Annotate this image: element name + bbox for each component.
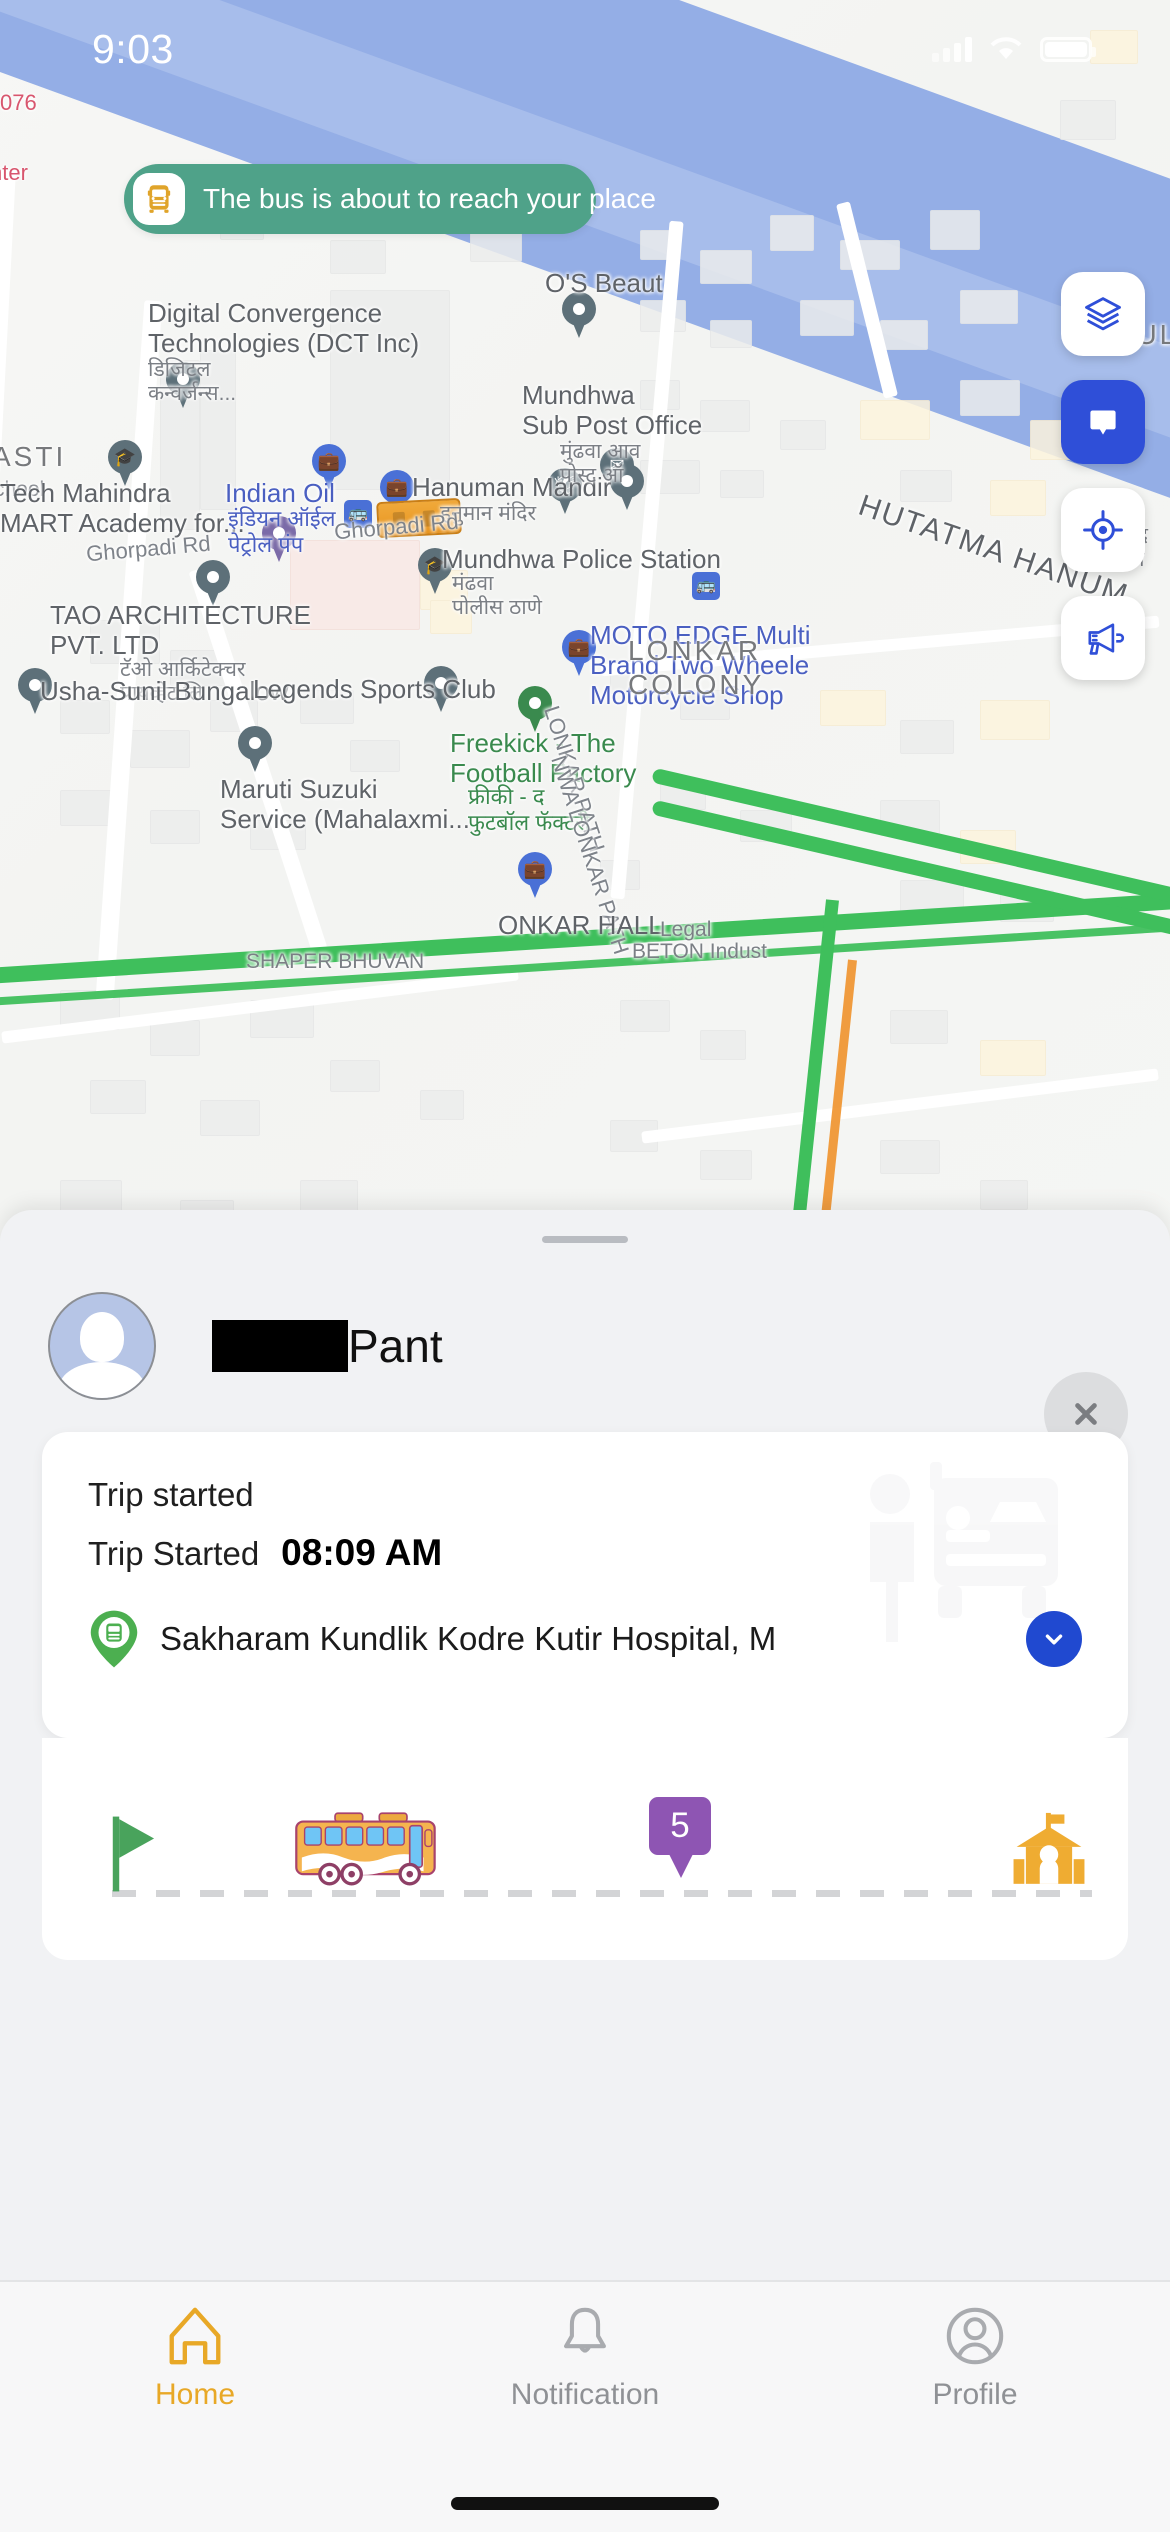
map-controls [1061, 272, 1145, 680]
tab-home-label: Home [154, 2378, 236, 2411]
trip-progress-card: 5 [42, 1738, 1128, 1960]
trip-location-row[interactable]: Sakharam Kundlik Kodre Kutir Hospital, M [88, 1608, 1082, 1670]
bus-front-icon [133, 173, 185, 225]
map-pin-maruti-suzuki[interactable] [238, 726, 272, 772]
passenger-name-suffix: Pant [348, 1320, 443, 1372]
home-icon [169, 2307, 221, 2365]
map-label: nter [0, 160, 28, 185]
map-label: BETON Indust [632, 940, 768, 963]
tab-notification-label: Notification [510, 2378, 660, 2411]
map-label: Digital Convergence Technologies (DCT In… [148, 298, 420, 358]
map-label: डिजिटल कन्वर्जन्स... [148, 358, 237, 405]
layers-button[interactable] [1061, 272, 1145, 356]
sheet-drag-handle[interactable] [542, 1236, 628, 1243]
map-label: मुंढवा आव पोस्ट ऑ [560, 440, 641, 487]
person-circle-icon [946, 2307, 1004, 2365]
map-bus-stop-b[interactable]: 🚌 [692, 572, 720, 600]
school-icon [1012, 1810, 1086, 1896]
map-label: Mundhwa Police Station [442, 544, 721, 574]
trip-start-label: Trip Started [88, 1535, 260, 1572]
home-indicator [451, 2497, 719, 2510]
map-label: Maruti Suzuki Service (Mahalaxmi... [220, 774, 470, 834]
app-root: 🎓 💼 💼 ✉ 🕊 🎓 💼 💼 🚌 🚌 076ASTIchoolnterDigi… [0, 0, 1170, 2532]
trip-status-label: Trip started [88, 1476, 254, 1513]
map-label: Indian Oil [225, 478, 335, 508]
map-label: LONKAR COLONY [628, 635, 765, 700]
map-label: O'S Beaut [545, 268, 663, 298]
map-label: इंडियन ऑईल पेट्रोल पंप [228, 506, 336, 557]
announce-button[interactable] [1061, 596, 1145, 680]
bottom-tab-bar: Home Notification Profile [0, 2280, 1170, 2532]
map-pin-lonkar-hall[interactable]: 💼 [518, 852, 552, 898]
trip-start-time: 08:09 AM [281, 1532, 443, 1573]
trip-start-row: Trip Started 08:09 AM [88, 1532, 442, 1574]
map-label: ASTI [0, 441, 67, 472]
trip-destination: Sakharam Kundlik Kodre Kutir Hospital, M [160, 1620, 777, 1657]
map-pin-os-beauty[interactable] [562, 292, 596, 338]
trip-bottom-sheet[interactable]: Pant Trip started Trip Started 08:09 AM … [0, 1210, 1170, 2280]
stop-number-badge[interactable]: 5 [646, 1794, 714, 1878]
map-label: ONKAR HALL [498, 910, 663, 940]
tab-notification[interactable]: Notification [390, 2282, 780, 2532]
map-label: 076 [0, 90, 37, 115]
map-label: SHAPER BHUVAN [246, 950, 425, 973]
progress-track [112, 1890, 1092, 1897]
tab-home[interactable]: Home [0, 2282, 390, 2532]
map-label: Legal [660, 918, 712, 941]
sheet-header: Pant [0, 1272, 1170, 1456]
map-label: Legends Sports Club [253, 674, 496, 704]
map-label: Usha-Sunil Bungalow [40, 676, 289, 706]
tab-profile[interactable]: Profile [780, 2282, 1170, 2532]
passenger-name: Pant [212, 1319, 443, 1373]
map-label: Mundhwa Sub Post Office [522, 380, 703, 440]
green-flag-icon [110, 1814, 162, 1894]
chevron-down-icon[interactable] [1026, 1611, 1082, 1667]
bus-illustration [288, 1810, 454, 1894]
toast-message: The bus is about to reach your place [203, 183, 656, 214]
tab-profile-label: Profile [932, 2378, 1018, 2411]
chat-button[interactable] [1061, 380, 1145, 464]
avatar[interactable] [48, 1292, 156, 1400]
bus-location-pin-icon [88, 1608, 140, 1670]
map-label: मंढवा पोलीस ठाणे [452, 572, 542, 619]
bell-icon [564, 2307, 606, 2353]
map-label: TAO ARCHITECTURE PVT. LTD [50, 600, 311, 660]
redacted-name-box [212, 1320, 348, 1372]
trip-card[interactable]: Trip started Trip Started 08:09 AM Sakha… [42, 1432, 1128, 1738]
stop-number: 5 [646, 1794, 714, 1858]
locate-button[interactable] [1061, 488, 1145, 572]
bus-arrival-toast[interactable]: The bus is about to reach your place [124, 164, 656, 234]
map-label: Freekick - The Football Factory [450, 728, 637, 788]
